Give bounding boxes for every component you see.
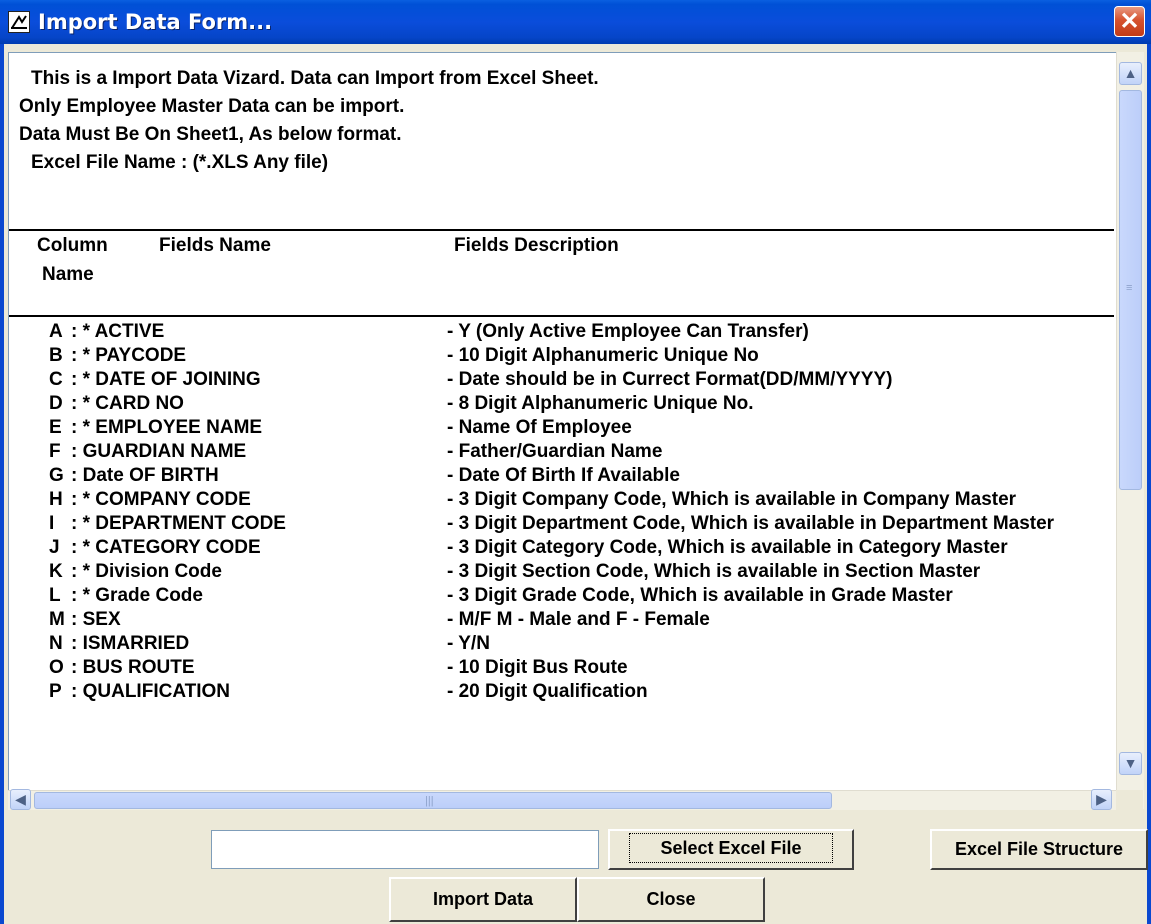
close-button[interactable]: Close bbox=[577, 877, 765, 922]
row-col: I bbox=[49, 513, 55, 534]
row-field-desc: - 3 Digit Department Code, Which is avai… bbox=[447, 513, 1055, 534]
close-window-button[interactable]: ✕ bbox=[1114, 6, 1145, 37]
row-field-desc: - 20 Digit Qualification bbox=[447, 681, 648, 702]
row-field-name: : GUARDIAN NAME bbox=[71, 441, 247, 462]
row-field-desc: - 3 Digit Grade Code, Which is available… bbox=[447, 585, 953, 606]
window-border-left bbox=[0, 44, 4, 924]
row-field-name: : * PAYCODE bbox=[71, 345, 187, 366]
row-field-desc: - Date Of Birth If Available bbox=[447, 465, 680, 486]
row-field-name: : * CARD NO bbox=[71, 393, 184, 414]
row-field-desc: - 10 Digit Alphanumeric Unique No bbox=[447, 345, 759, 366]
row-col: D bbox=[49, 393, 63, 414]
grip-icon: ||| bbox=[425, 795, 434, 807]
row-field-desc: - 3 Digit Section Code, Which is availab… bbox=[447, 561, 981, 582]
row-field-name: : * CATEGORY CODE bbox=[71, 537, 261, 558]
row-col: P bbox=[49, 681, 62, 702]
vertical-scrollbar[interactable]: ▲ ≡ ▼ bbox=[1116, 52, 1144, 809]
scroll-down-arrow-icon[interactable]: ▼ bbox=[1119, 752, 1142, 775]
row-field-desc: - M/F M - Male and F - Female bbox=[447, 609, 710, 630]
select-excel-file-label: Select Excel File bbox=[629, 833, 833, 863]
intro-line: Only Employee Master Data can be import. bbox=[19, 96, 405, 117]
row-col: B bbox=[49, 345, 63, 366]
vertical-scroll-thumb[interactable]: ≡ bbox=[1119, 90, 1142, 490]
row-field-name: : * Division Code bbox=[71, 561, 222, 582]
row-field-desc: - Y/N bbox=[447, 633, 490, 654]
select-excel-file-button[interactable]: Select Excel File bbox=[608, 829, 854, 870]
header-column-name: Name bbox=[42, 264, 94, 285]
row-col: E bbox=[49, 417, 62, 438]
title-bar[interactable]: Import Data Form... ✕ bbox=[0, 0, 1151, 44]
row-field-desc: - Name Of Employee bbox=[447, 417, 632, 438]
excel-file-structure-button[interactable]: Excel File Structure bbox=[930, 829, 1148, 870]
horizontal-scrollbar[interactable]: ◀ ||| ▶ bbox=[8, 789, 1116, 810]
row-col: G bbox=[49, 465, 64, 486]
scrollbar-corner bbox=[1116, 790, 1143, 809]
header-column: Column bbox=[37, 235, 108, 256]
excel-file-path-input[interactable] bbox=[211, 830, 599, 869]
header-fields-description: Fields Description bbox=[454, 235, 619, 256]
header-fields-name: Fields Name bbox=[159, 235, 271, 256]
row-field-name: : * Grade Code bbox=[71, 585, 203, 606]
row-field-name: : SEX bbox=[71, 609, 121, 630]
row-field-desc: - Father/Guardian Name bbox=[447, 441, 663, 462]
row-field-name: : BUS ROUTE bbox=[71, 657, 195, 678]
intro-line: Data Must Be On Sheet1, As below format. bbox=[19, 124, 402, 145]
row-field-name: : * DEPARTMENT CODE bbox=[71, 513, 286, 534]
row-field-desc: - Y (Only Active Employee Can Transfer) bbox=[447, 321, 809, 342]
row-field-desc: - 3 Digit Category Code, Which is availa… bbox=[447, 537, 1008, 558]
import-data-button[interactable]: Import Data bbox=[389, 877, 577, 922]
row-col: F bbox=[49, 441, 61, 462]
row-field-desc: - 10 Digit Bus Route bbox=[447, 657, 628, 678]
row-field-desc: - 8 Digit Alphanumeric Unique No. bbox=[447, 393, 754, 414]
app-icon bbox=[8, 11, 30, 33]
row-field-name: : * COMPANY CODE bbox=[71, 489, 251, 510]
window-border-right bbox=[1147, 44, 1151, 924]
scroll-up-arrow-icon[interactable]: ▲ bbox=[1119, 62, 1142, 85]
row-col: A bbox=[49, 321, 63, 342]
row-col: O bbox=[49, 657, 64, 678]
scroll-left-arrow-icon[interactable]: ◀ bbox=[10, 789, 31, 810]
instructions-panel: This is a Import Data Vizard. Data can I… bbox=[8, 52, 1117, 791]
row-col: J bbox=[49, 537, 60, 558]
horizontal-scroll-thumb[interactable]: ||| bbox=[34, 792, 832, 809]
row-field-name: : * ACTIVE bbox=[71, 321, 165, 342]
scroll-right-arrow-icon[interactable]: ▶ bbox=[1091, 789, 1112, 810]
intro-line: This is a Import Data Vizard. Data can I… bbox=[31, 68, 599, 89]
grip-icon: ≡ bbox=[1126, 282, 1133, 294]
row-field-name: : ISMARRIED bbox=[71, 633, 190, 654]
row-field-desc: - 3 Digit Company Code, Which is availab… bbox=[447, 489, 1017, 510]
row-col: H bbox=[49, 489, 63, 510]
window-title: Import Data Form... bbox=[38, 10, 273, 34]
intro-line: Excel File Name : (*.XLS Any file) bbox=[31, 152, 329, 173]
row-col: M bbox=[49, 609, 65, 630]
row-field-name: : Date OF BIRTH bbox=[71, 465, 219, 486]
divider bbox=[9, 315, 1114, 317]
row-col: C bbox=[49, 369, 63, 390]
divider bbox=[9, 229, 1114, 231]
row-field-name: : * DATE OF JOINING bbox=[71, 369, 261, 390]
row-field-name: : * EMPLOYEE NAME bbox=[71, 417, 263, 438]
row-col: L bbox=[49, 585, 61, 606]
row-col: N bbox=[49, 633, 63, 654]
row-col: K bbox=[49, 561, 63, 582]
row-field-name: : QUALIFICATION bbox=[71, 681, 231, 702]
row-field-desc: - Date should be in Currect Format(DD/MM… bbox=[447, 369, 893, 390]
